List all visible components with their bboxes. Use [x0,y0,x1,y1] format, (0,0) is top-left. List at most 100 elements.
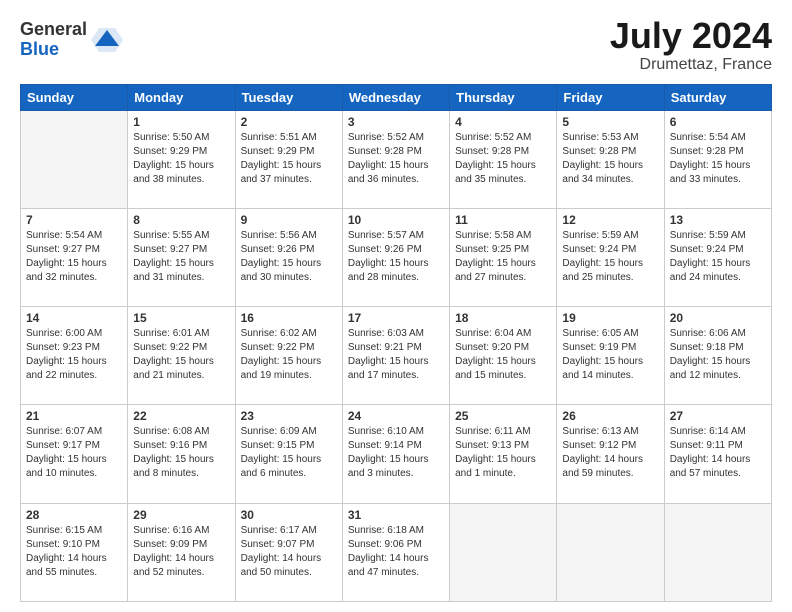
calendar-cell: 30Sunrise: 6:17 AM Sunset: 9:07 PM Dayli… [235,503,342,601]
day-info: Sunrise: 5:51 AM Sunset: 9:29 PM Dayligh… [241,131,337,187]
day-number: 1 [133,115,229,129]
calendar-cell [450,503,557,601]
day-info: Sunrise: 6:05 AM Sunset: 9:19 PM Dayligh… [562,327,658,383]
title-block: July 2024 Drumettaz, France [610,16,772,74]
day-number: 22 [133,409,229,423]
day-info: Sunrise: 5:59 AM Sunset: 9:24 PM Dayligh… [562,229,658,285]
main-title: July 2024 [610,16,772,56]
day-number: 24 [348,409,444,423]
day-number: 11 [455,213,551,227]
day-number: 3 [348,115,444,129]
logo-icon [91,24,123,56]
day-info: Sunrise: 6:07 AM Sunset: 9:17 PM Dayligh… [26,425,122,481]
day-number: 7 [26,213,122,227]
header: General Blue July 2024 Drumettaz, France [20,16,772,74]
day-info: Sunrise: 6:03 AM Sunset: 9:21 PM Dayligh… [348,327,444,383]
calendar-cell: 7 Sunrise: 5:54 AM Sunset: 9:27 PM Daylig… [21,208,128,306]
day-info: Sunrise: 5:59 AM Sunset: 9:24 PM Dayligh… [670,229,766,285]
day-info: Sunrise: 6:18 AM Sunset: 9:06 PM Dayligh… [348,524,444,580]
day-info: Sunrise: 5:52 AM Sunset: 9:28 PM Dayligh… [348,131,444,187]
day-info: Sunrise: 5:50 AM Sunset: 9:29 PM Dayligh… [133,131,229,187]
day-number: 27 [670,409,766,423]
day-number: 17 [348,311,444,325]
calendar-header-tuesday: Tuesday [235,84,342,110]
day-info: Sunrise: 6:16 AM Sunset: 9:09 PM Dayligh… [133,524,229,580]
calendar-cell: 9Sunrise: 5:56 AM Sunset: 9:26 PM Daylig… [235,208,342,306]
day-number: 21 [26,409,122,423]
calendar-cell: 6 Sunrise: 5:54 AM Sunset: 9:28 PM Daylig… [664,110,771,208]
day-info: Sunrise: 6:10 AM Sunset: 9:14 PM Dayligh… [348,425,444,481]
day-number: 14 [26,311,122,325]
calendar-cell: 15 Sunrise: 6:01 AM Sunset: 9:22 PM Dayli… [128,307,235,405]
logo-blue: Blue [20,40,87,60]
day-info: Sunrise: 5:53 AM Sunset: 9:28 PM Dayligh… [562,131,658,187]
logo-text: General Blue [20,20,87,60]
calendar-header-monday: Monday [128,84,235,110]
day-number: 13 [670,213,766,227]
calendar-cell: 31 Sunrise: 6:18 AM Sunset: 9:06 PM Dayli… [342,503,449,601]
day-number: 31 [348,508,444,522]
day-number: 6 [670,115,766,129]
calendar-week-2: 7 Sunrise: 5:54 AM Sunset: 9:27 PM Daylig… [21,208,772,306]
day-info: Sunrise: 6:14 AM Sunset: 9:11 PM Dayligh… [670,425,766,481]
day-info: Sunrise: 6:09 AM Sunset: 9:15 PM Dayligh… [241,425,337,481]
calendar-cell: 24 Sunrise: 6:10 AM Sunset: 9:14 PM Dayli… [342,405,449,503]
calendar-cell: 5 Sunrise: 5:53 AM Sunset: 9:28 PM Daylig… [557,110,664,208]
day-number: 15 [133,311,229,325]
day-number: 2 [241,115,337,129]
day-number: 9 [241,213,337,227]
calendar-week-3: 14 Sunrise: 6:00 AM Sunset: 9:23 PM Dayli… [21,307,772,405]
day-number: 12 [562,213,658,227]
calendar-header-wednesday: Wednesday [342,84,449,110]
day-number: 29 [133,508,229,522]
calendar-cell: 20Sunrise: 6:06 AM Sunset: 9:18 PM Dayli… [664,307,771,405]
day-info: Sunrise: 6:00 AM Sunset: 9:23 PM Dayligh… [26,327,122,383]
calendar-cell [21,110,128,208]
calendar-header-thursday: Thursday [450,84,557,110]
calendar-cell: 28 Sunrise: 6:15 AM Sunset: 9:10 PM Dayli… [21,503,128,601]
day-number: 25 [455,409,551,423]
day-info: Sunrise: 6:08 AM Sunset: 9:16 PM Dayligh… [133,425,229,481]
calendar-week-4: 21 Sunrise: 6:07 AM Sunset: 9:17 PM Dayli… [21,405,772,503]
calendar-cell [664,503,771,601]
calendar-cell: 26Sunrise: 6:13 AM Sunset: 9:12 PM Dayli… [557,405,664,503]
logo: General Blue [20,20,123,60]
day-number: 20 [670,311,766,325]
day-info: Sunrise: 5:54 AM Sunset: 9:28 PM Dayligh… [670,131,766,187]
subtitle: Drumettaz, France [610,56,772,74]
calendar-cell [557,503,664,601]
calendar-cell: 18Sunrise: 6:04 AM Sunset: 9:20 PM Dayli… [450,307,557,405]
day-number: 5 [562,115,658,129]
day-info: Sunrise: 5:58 AM Sunset: 9:25 PM Dayligh… [455,229,551,285]
day-info: Sunrise: 5:52 AM Sunset: 9:28 PM Dayligh… [455,131,551,187]
day-info: Sunrise: 6:15 AM Sunset: 9:10 PM Dayligh… [26,524,122,580]
calendar-cell: 29 Sunrise: 6:16 AM Sunset: 9:09 PM Dayli… [128,503,235,601]
calendar-cell: 11 Sunrise: 5:58 AM Sunset: 9:25 PM Dayli… [450,208,557,306]
day-info: Sunrise: 6:02 AM Sunset: 9:22 PM Dayligh… [241,327,337,383]
day-number: 19 [562,311,658,325]
calendar-cell: 21 Sunrise: 6:07 AM Sunset: 9:17 PM Dayli… [21,405,128,503]
day-number: 10 [348,213,444,227]
calendar-cell: 25Sunrise: 6:11 AM Sunset: 9:13 PM Dayli… [450,405,557,503]
calendar-header-saturday: Saturday [664,84,771,110]
day-info: Sunrise: 6:01 AM Sunset: 9:22 PM Dayligh… [133,327,229,383]
day-number: 28 [26,508,122,522]
calendar-header-row: SundayMondayTuesdayWednesdayThursdayFrid… [21,84,772,110]
calendar-cell: 14 Sunrise: 6:00 AM Sunset: 9:23 PM Dayli… [21,307,128,405]
calendar-header-sunday: Sunday [21,84,128,110]
calendar-cell: 13 Sunrise: 5:59 AM Sunset: 9:24 PM Dayli… [664,208,771,306]
day-info: Sunrise: 5:55 AM Sunset: 9:27 PM Dayligh… [133,229,229,285]
calendar-week-1: 1 Sunrise: 5:50 AM Sunset: 9:29 PM Daylig… [21,110,772,208]
calendar-cell: 8Sunrise: 5:55 AM Sunset: 9:27 PM Daylig… [128,208,235,306]
calendar-cell: 22 Sunrise: 6:08 AM Sunset: 9:16 PM Dayli… [128,405,235,503]
day-info: Sunrise: 5:54 AM Sunset: 9:27 PM Dayligh… [26,229,122,285]
calendar-cell: 12 Sunrise: 5:59 AM Sunset: 9:24 PM Dayli… [557,208,664,306]
logo-general: General [20,20,87,40]
day-info: Sunrise: 6:17 AM Sunset: 9:07 PM Dayligh… [241,524,337,580]
calendar-cell: 10 Sunrise: 5:57 AM Sunset: 9:26 PM Dayli… [342,208,449,306]
calendar-cell: 23Sunrise: 6:09 AM Sunset: 9:15 PM Dayli… [235,405,342,503]
calendar-week-5: 28 Sunrise: 6:15 AM Sunset: 9:10 PM Dayli… [21,503,772,601]
calendar-cell: 16Sunrise: 6:02 AM Sunset: 9:22 PM Dayli… [235,307,342,405]
day-info: Sunrise: 5:57 AM Sunset: 9:26 PM Dayligh… [348,229,444,285]
day-info: Sunrise: 6:04 AM Sunset: 9:20 PM Dayligh… [455,327,551,383]
